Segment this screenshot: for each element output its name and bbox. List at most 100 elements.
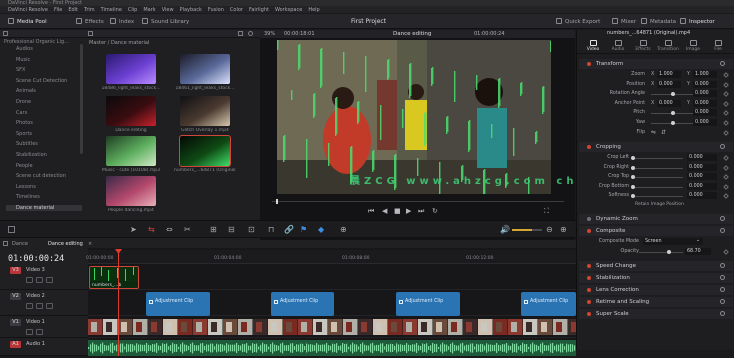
track-id[interactable]: A1 xyxy=(10,341,21,348)
bin-item[interactable]: Dance material xyxy=(6,205,82,211)
param-value[interactable]: 0.000 xyxy=(693,119,717,126)
adjustment-clip[interactable]: Adjustment Clip xyxy=(271,292,334,316)
timeline-playhead[interactable] xyxy=(118,250,119,356)
zoom-level[interactable]: 39% xyxy=(264,31,275,37)
fullscreen-icon[interactable]: ⛶ xyxy=(544,207,549,216)
keyframe-icon[interactable] xyxy=(723,91,729,98)
bin-item[interactable]: Audios xyxy=(16,46,33,52)
selection-tool-icon[interactable]: ➤ xyxy=(130,225,137,234)
bin-item[interactable]: Drone xyxy=(16,99,31,105)
menu-item[interactable]: File xyxy=(54,7,62,13)
link-icon[interactable]: 🔗 xyxy=(284,225,294,234)
tab-audio[interactable]: Audio xyxy=(606,40,630,52)
x-value[interactable]: 0.000 xyxy=(657,99,681,107)
composite-mode-select[interactable]: Screen ⌄ xyxy=(643,238,703,245)
index-button[interactable]: Index xyxy=(110,18,134,25)
dynamic-trim-icon[interactable]: ⇔ xyxy=(166,225,173,234)
media-pool-button[interactable]: Media Pool xyxy=(8,18,47,25)
keyframe-icon[interactable] xyxy=(723,193,729,200)
crop-slider[interactable] xyxy=(633,196,683,198)
x-value[interactable]: 1.000 xyxy=(657,71,681,78)
bin-item[interactable]: Music xyxy=(16,57,30,63)
menu-item[interactable]: Fusion xyxy=(208,7,224,13)
menu-item[interactable]: Edit xyxy=(68,7,78,13)
timeline-ruler[interactable]: 01:00:00:00 01:00:04:00 01:00:08:00 01:0… xyxy=(86,250,576,264)
section-collapsed[interactable]: Speed Change xyxy=(579,261,733,271)
section-collapsed[interactable]: Stabilization xyxy=(579,273,733,283)
search-icon[interactable] xyxy=(248,31,253,36)
track-enable-icon[interactable] xyxy=(46,303,53,309)
timeline-timecode[interactable]: 01:00:00:24 xyxy=(8,254,64,264)
position-lock-icon[interactable]: ⊕ xyxy=(340,225,347,234)
play-icon[interactable]: ▶ xyxy=(406,207,411,215)
section-enable-icon[interactable] xyxy=(587,62,591,66)
bin-item[interactable]: Scene Cut Detection xyxy=(16,78,67,84)
tab-dance-editing[interactable]: Dance editing xyxy=(48,241,83,247)
crop-slider-knob[interactable] xyxy=(631,156,635,160)
viewer-timeline-name[interactable]: Dance editing xyxy=(393,31,431,37)
flip-horizontal-icon[interactable]: ⇋ xyxy=(651,129,656,136)
crop-slider[interactable] xyxy=(633,158,683,159)
menu-item[interactable]: Playback xyxy=(180,7,202,13)
bin-item[interactable]: Cars xyxy=(16,110,27,116)
opacity-slider-knob[interactable] xyxy=(667,250,672,254)
y-value[interactable]: 0.000 xyxy=(693,99,717,107)
quick-export-button[interactable]: Quick Export xyxy=(556,18,600,25)
bin-item[interactable]: Sports xyxy=(16,131,32,137)
menu-item[interactable]: Timeline xyxy=(101,7,122,13)
section-enable-icon[interactable] xyxy=(587,300,591,304)
scrub-playhead[interactable] xyxy=(276,199,278,204)
bin-item[interactable]: Scene cut detection xyxy=(16,173,66,179)
tab-file[interactable]: File xyxy=(706,40,730,52)
x-value[interactable]: 0.000 xyxy=(657,80,681,88)
lock-icon[interactable] xyxy=(26,277,33,283)
menu-item[interactable]: Trim xyxy=(84,7,95,13)
bin-item[interactable]: SFX xyxy=(16,67,25,73)
menu-item[interactable]: Workspace xyxy=(275,7,302,13)
crop-slider-knob[interactable] xyxy=(631,175,635,180)
keyframe-icon[interactable] xyxy=(723,155,729,161)
menu-item[interactable]: Fairlight xyxy=(249,7,269,13)
sound-library-button[interactable]: Sound Library xyxy=(142,18,189,25)
reset-icon[interactable] xyxy=(720,144,725,149)
track-id[interactable]: V1 xyxy=(10,319,21,326)
tab-video[interactable]: Video xyxy=(581,40,605,52)
bin-list-icon[interactable] xyxy=(3,31,8,36)
crop-value[interactable]: 0.000 xyxy=(687,154,717,161)
clip-thumbnail[interactable] xyxy=(106,136,156,166)
param-slider-knob[interactable] xyxy=(671,92,675,97)
tab-transition[interactable]: Transition xyxy=(656,40,680,52)
bin-item[interactable]: Lessons xyxy=(16,184,36,190)
y-value[interactable]: 0.000 xyxy=(693,80,717,88)
effects-button[interactable]: Effects xyxy=(76,18,104,25)
track-enable-icon[interactable] xyxy=(46,277,53,283)
keyframe-icon[interactable] xyxy=(723,249,729,255)
viewer-scrubber[interactable] xyxy=(260,198,575,204)
adjustment-clip[interactable]: Adjustment Clip xyxy=(146,292,210,316)
replace-icon[interactable]: ⊡ xyxy=(248,225,255,234)
crop-slider[interactable] xyxy=(633,186,683,188)
stop-icon[interactable]: ■ xyxy=(394,207,401,215)
timeline-list-icon[interactable] xyxy=(3,241,8,246)
reset-icon[interactable] xyxy=(720,311,725,316)
adjustment-clip[interactable]: Adjustment Clip xyxy=(396,292,460,316)
keyframe-icon[interactable] xyxy=(723,72,729,78)
clip-thumbnail[interactable] xyxy=(106,96,156,126)
menu-item[interactable]: View xyxy=(162,7,174,13)
keyframe-icon[interactable] xyxy=(723,174,729,181)
keyframe-icon[interactable] xyxy=(723,164,729,171)
track-id[interactable]: V3 xyxy=(10,267,21,274)
grid-view-icon[interactable] xyxy=(238,31,243,36)
lock-icon[interactable] xyxy=(26,329,33,335)
crop-value[interactable]: 0.000 xyxy=(687,192,717,200)
overwrite-icon[interactable]: ⊟ xyxy=(228,225,235,234)
clip-thumbnail[interactable] xyxy=(106,176,156,206)
section-enable-icon[interactable] xyxy=(587,288,591,292)
bin-item[interactable]: Timelines xyxy=(16,194,40,200)
flag-icon[interactable]: ⚑ xyxy=(300,225,307,234)
bin-item[interactable]: Animals xyxy=(16,88,36,94)
volume-icon[interactable]: 🔊 xyxy=(500,225,510,234)
menu-item[interactable]: Clip xyxy=(128,7,137,13)
crop-slider-knob[interactable] xyxy=(631,184,635,189)
section-enable-icon[interactable] xyxy=(587,312,591,316)
